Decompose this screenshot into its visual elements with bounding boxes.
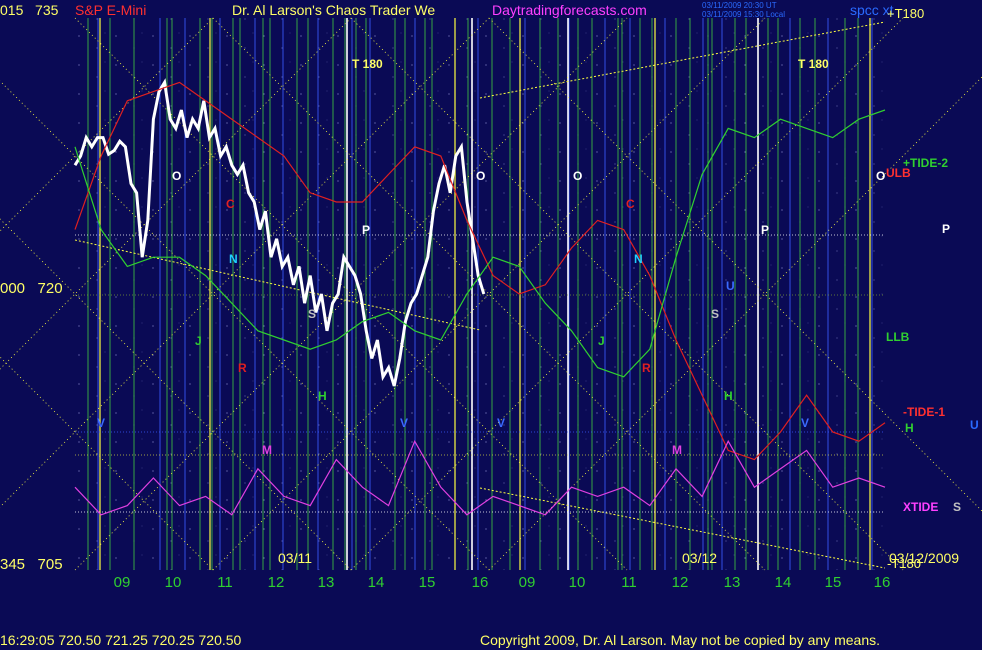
- marker-h: H: [318, 389, 327, 403]
- marker-v: V: [97, 416, 105, 430]
- marker-m: M: [672, 443, 682, 457]
- tide1-label: -TIDE-1: [903, 405, 945, 419]
- marker-o: O: [476, 169, 485, 183]
- marker-t180: T 180: [798, 57, 829, 71]
- y-mid-label: 000 720: [0, 280, 63, 297]
- marker-j: J: [598, 334, 605, 348]
- marker-v: V: [801, 416, 809, 430]
- marker-c: C: [226, 197, 235, 211]
- marker-o: O: [172, 169, 181, 183]
- y-bottom-price: 705: [37, 556, 63, 573]
- t180-top-label: +T180: [887, 6, 925, 21]
- h-label: H: [905, 421, 914, 435]
- p-label: P: [942, 222, 951, 236]
- y-top-price: 735: [35, 2, 59, 18]
- y-bottom-code: 345: [0, 556, 26, 573]
- instrument-label: S&P E-Mini: [75, 2, 147, 18]
- x-tick-label: 14: [368, 574, 385, 591]
- marker-n: N: [229, 252, 238, 266]
- marker-s: S: [308, 307, 316, 321]
- marker-p: P: [761, 223, 769, 237]
- marker-u: U: [726, 279, 735, 293]
- ulb-label: ULB: [886, 166, 911, 180]
- x-tick-label: 15: [825, 574, 842, 591]
- x-tick-label: 11: [217, 574, 233, 591]
- marker-r: R: [642, 361, 651, 375]
- x-tick-label: 09: [114, 574, 131, 591]
- x-tick-label: 12: [268, 574, 285, 591]
- y-mid-price: 720: [37, 280, 63, 297]
- x-tick-label: 13: [318, 574, 335, 591]
- site-label: Daytradingforecasts.com: [492, 2, 647, 18]
- x-tick-label: 09: [519, 574, 536, 591]
- marker-v: V: [497, 416, 505, 430]
- xtide-label: XTIDE: [903, 500, 939, 514]
- plot-area: [75, 18, 885, 570]
- quote-readout: 16:29:05 720.50 721.25 720.25 720.50: [0, 632, 242, 648]
- x-tick-label: 16: [472, 574, 489, 591]
- marker-o: O: [876, 169, 885, 183]
- marker-t180: T 180: [352, 57, 383, 71]
- x-tick-label: 15: [419, 574, 436, 591]
- marker-p: P: [362, 223, 370, 237]
- marker-c: C: [626, 197, 635, 211]
- x-tick-label: 10: [569, 574, 586, 591]
- chart-canvas: OCNJRHMVSPT 180OVOCNJRMUSHPVT 180OV 09 10…: [0, 0, 982, 650]
- date-label-3: 03/12/2009: [889, 550, 960, 566]
- date-label-1: 03/11: [278, 550, 312, 566]
- copyright: Copyright 2009, Dr. Al Larson. May not b…: [480, 632, 881, 648]
- llb-label: LLB: [886, 330, 910, 344]
- marker-o: O: [573, 169, 582, 183]
- y-bottom-label: 345 705: [0, 556, 63, 573]
- x-tick-label: 13: [724, 574, 741, 591]
- marker-v: V: [400, 416, 408, 430]
- y-top-code: 015: [0, 2, 24, 18]
- s-label: S: [953, 500, 962, 514]
- timestamp-ut: 03/11/2009 20:30 UT: [702, 1, 777, 10]
- marker-n: N: [634, 252, 643, 266]
- marker-h: H: [724, 389, 733, 403]
- marker-j: J: [195, 334, 202, 348]
- u-label: U: [970, 418, 979, 432]
- x-tick-label: 14: [775, 574, 792, 591]
- x-tick-label: 10: [165, 574, 182, 591]
- date-label-2: 03/12: [682, 550, 718, 566]
- marker-s: S: [711, 307, 719, 321]
- x-tick-label: 11: [621, 574, 637, 591]
- marker-r: R: [238, 361, 247, 375]
- x-tick-label: 16: [874, 574, 891, 591]
- y-top-label: 015 735: [0, 2, 58, 18]
- chart-title: Dr. Al Larson's Chaos Trader We: [232, 2, 436, 18]
- marker-m: M: [262, 443, 272, 457]
- y-mid-code: 000: [0, 280, 26, 297]
- timestamp-local: 03/11/2009 15:30 Local: [702, 10, 786, 19]
- x-tick-label: 12: [672, 574, 689, 591]
